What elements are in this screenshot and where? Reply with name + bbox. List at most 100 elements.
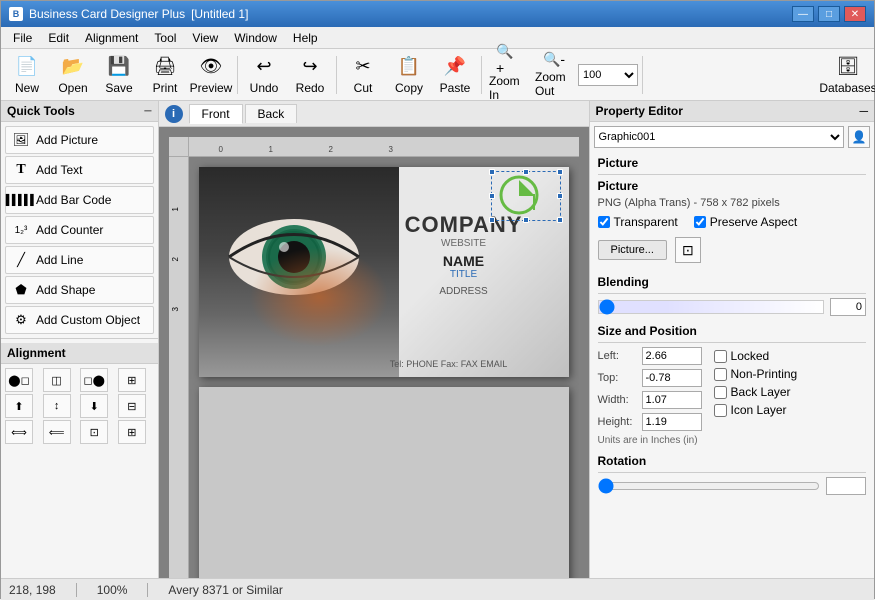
zoom-in-button[interactable]: 🔍+ Zoom In (486, 52, 530, 98)
add-counter-button[interactable]: 1₂³ Add Counter (5, 216, 154, 244)
locked-checkbox[interactable] (714, 350, 727, 363)
card-address: ADDRESS (369, 286, 559, 297)
zoom-out-button[interactable]: 🔍- Zoom Out (532, 52, 576, 98)
redo-button[interactable]: ↪ Redo (288, 52, 332, 98)
user-settings-button[interactable]: 👤 (848, 126, 870, 148)
locked-check[interactable]: Locked (714, 349, 798, 363)
menu-file[interactable]: File (5, 29, 40, 47)
blend-value-input[interactable]: 0 (830, 298, 866, 316)
property-editor-collapse[interactable]: ─ (859, 104, 868, 118)
cut-icon: ✂ (351, 55, 375, 79)
align-bottom-button[interactable]: ⬇ (80, 394, 108, 418)
align-same-size-button[interactable]: ⊡ (80, 420, 108, 444)
quick-tools-header: Quick Tools ─ (1, 101, 158, 122)
menu-tool[interactable]: Tool (146, 29, 184, 47)
quick-tools-collapse[interactable]: ─ (144, 106, 151, 117)
add-picture-button[interactable]: 🖼 Add Picture (5, 126, 154, 154)
blend-slider[interactable] (598, 300, 824, 314)
maximize-button[interactable]: □ (818, 6, 840, 22)
canvas-area[interactable]: 0 1 2 3 1 2 3 (159, 127, 589, 578)
align-center-h-button[interactable]: ◫ (43, 368, 71, 392)
align-left-button[interactable]: ⬤◻ (5, 368, 33, 392)
add-bar-code-button[interactable]: ▌▌▌▌▌ Add Bar Code (5, 186, 154, 214)
picture-button[interactable]: Picture... (598, 240, 667, 260)
menu-alignment[interactable]: Alignment (77, 29, 146, 47)
toolbar-separator-4 (642, 56, 643, 94)
rotation-section: Rotation (590, 450, 874, 503)
align-top-button[interactable]: ⬆ (5, 394, 33, 418)
add-line-button[interactable]: ╱ Add Line (5, 246, 154, 274)
cut-button[interactable]: ✂ Cut (341, 52, 385, 98)
height-input[interactable] (642, 413, 702, 431)
rotation-value-input[interactable] (826, 477, 866, 495)
add-shape-button[interactable]: ⬟ Add Shape (5, 276, 154, 304)
undo-button[interactable]: ↩ Undo (242, 52, 286, 98)
close-button[interactable]: ✕ (844, 6, 866, 22)
copy-button[interactable]: 📋 Copy (387, 52, 431, 98)
tab-front[interactable]: Front (189, 104, 243, 124)
print-icon: 🖨 (153, 55, 177, 79)
align-dist-h-button[interactable]: ⟺ (5, 420, 33, 444)
section-divider-1 (598, 174, 866, 175)
section-divider-3 (598, 342, 866, 343)
object-select[interactable]: Graphic001 (594, 126, 844, 148)
left-panel: Quick Tools ─ 🖼 Add Picture T Add Text ▌… (1, 101, 159, 578)
menu-view[interactable]: View (184, 29, 226, 47)
preserve-aspect-check[interactable]: Preserve Aspect (694, 215, 797, 229)
print-button[interactable]: 🖨 Print (143, 52, 187, 98)
save-label: Save (105, 81, 132, 95)
open-button[interactable]: 📂 Open (51, 52, 95, 98)
minimize-button[interactable]: — (792, 6, 814, 22)
left-input[interactable] (642, 347, 702, 365)
non-printing-checkbox[interactable] (714, 368, 727, 381)
add-custom-object-button[interactable]: ⚙ Add Custom Object (5, 306, 154, 334)
align-right-button[interactable]: ◻⬤ (80, 368, 108, 392)
databases-label: Databases (819, 81, 875, 95)
align-page-button[interactable]: ⊞ (118, 368, 146, 392)
preview-button[interactable]: 👁 Preview (189, 52, 233, 98)
back-layer-checkbox[interactable] (714, 386, 727, 399)
menu-window[interactable]: Window (226, 29, 285, 47)
rotation-slider[interactable] (598, 478, 820, 494)
icon-layer-checkbox[interactable] (714, 404, 727, 417)
align-distribute-button[interactable]: ⊟ (118, 394, 146, 418)
add-bar-code-icon: ▌▌▌▌▌ (12, 191, 30, 209)
databases-button[interactable]: 🗄 Databases (826, 52, 870, 98)
transparent-check[interactable]: Transparent (598, 215, 678, 229)
copy-icon: 📋 (397, 55, 421, 79)
non-printing-check[interactable]: Non-Printing (714, 367, 798, 381)
locked-label: Locked (731, 349, 770, 363)
preserve-aspect-checkbox[interactable] (694, 216, 706, 228)
align-dist-v-button[interactable]: ⟸ (43, 420, 71, 444)
align-group-button[interactable]: ⊞ (118, 420, 146, 444)
business-card-back[interactable] (199, 387, 569, 578)
new-button[interactable]: 📄 New (5, 52, 49, 98)
menu-help[interactable]: Help (285, 29, 326, 47)
zoom-in-icon: 🔍+ (496, 48, 520, 72)
paste-button[interactable]: 📌 Paste (433, 52, 477, 98)
non-printing-label: Non-Printing (731, 367, 798, 381)
card-person-title: TITLE (369, 269, 559, 280)
align-middle-v-button[interactable]: ↕ (43, 394, 71, 418)
width-input[interactable] (642, 391, 702, 409)
height-label: Height: (598, 416, 638, 428)
back-layer-check[interactable]: Back Layer (714, 385, 798, 399)
zoom-select[interactable]: 100 50 75 125 150 200 (578, 64, 638, 86)
add-text-button[interactable]: T Add Text (5, 156, 154, 184)
toolbar-separator-3 (481, 56, 482, 94)
size-position-section: Size and Position Left: Top: Width: (590, 320, 874, 450)
top-input[interactable] (642, 369, 702, 387)
tab-back[interactable]: Back (245, 104, 298, 123)
print-label: Print (153, 81, 178, 95)
picture-sub-title: Picture (598, 179, 866, 193)
status-bar: 218, 198 100% Avery 8371 or Similar (1, 578, 874, 600)
preview-icon: 👁 (199, 55, 223, 79)
menu-edit[interactable]: Edit (40, 29, 77, 47)
save-button[interactable]: 💾 Save (97, 52, 141, 98)
transparent-checkbox[interactable] (598, 216, 610, 228)
business-card-front[interactable]: COMPANY WEBSITE NAME TITLE ADDRESS Tel: … (199, 167, 569, 377)
icon-layer-check[interactable]: Icon Layer (714, 403, 798, 417)
title-bar-controls: — □ ✕ (792, 6, 866, 22)
corner-button[interactable]: ⊡ (675, 237, 701, 263)
copy-label: Copy (395, 81, 423, 95)
